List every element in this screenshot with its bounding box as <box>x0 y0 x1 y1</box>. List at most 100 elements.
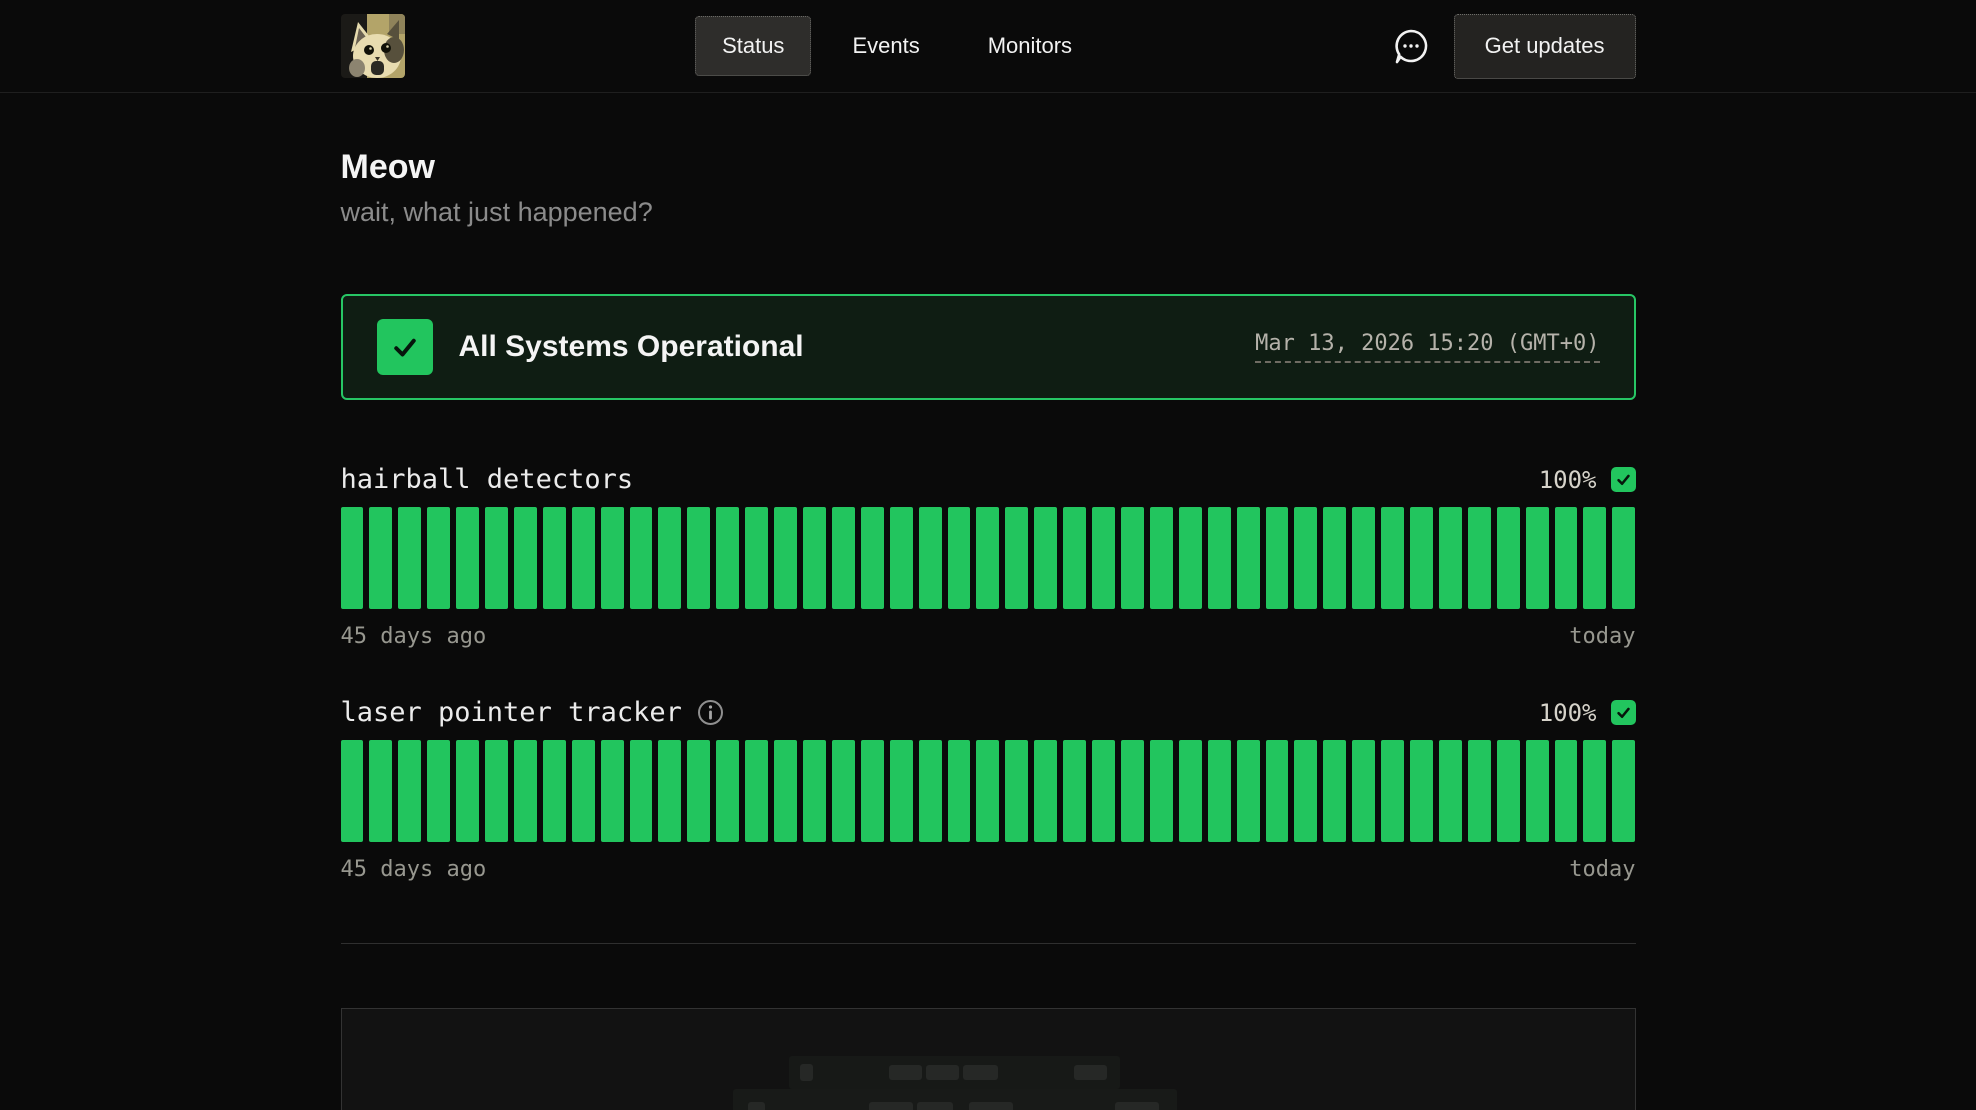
uptime-bar[interactable] <box>369 507 392 609</box>
uptime-bar[interactable] <box>803 507 826 609</box>
uptime-bar[interactable] <box>774 507 797 609</box>
uptime-bar[interactable] <box>919 507 942 609</box>
uptime-bar[interactable] <box>398 507 421 609</box>
uptime-bar[interactable] <box>1583 740 1606 842</box>
get-updates-button[interactable]: Get updates <box>1454 14 1636 79</box>
monitor-hairball-detectors: hairball detectors 100% 45 days ago toda… <box>341 464 1636 649</box>
uptime-bar[interactable] <box>1526 740 1549 842</box>
uptime-bar[interactable] <box>1150 507 1173 609</box>
uptime-bar[interactable] <box>1583 507 1606 609</box>
uptime-bar[interactable] <box>1410 507 1433 609</box>
uptime-bar[interactable] <box>456 507 479 609</box>
uptime-bar[interactable] <box>803 740 826 842</box>
uptime-bar[interactable] <box>1526 507 1549 609</box>
info-icon[interactable] <box>697 699 724 726</box>
uptime-bar[interactable] <box>1208 507 1231 609</box>
uptime-bar[interactable] <box>716 507 739 609</box>
uptime-bar[interactable] <box>1179 740 1202 842</box>
uptime-bar[interactable] <box>1468 507 1491 609</box>
uptime-bar[interactable] <box>514 740 537 842</box>
uptime-bar[interactable] <box>1555 740 1578 842</box>
uptime-bar[interactable] <box>658 740 681 842</box>
uptime-bar[interactable] <box>658 507 681 609</box>
uptime-bar[interactable] <box>1381 507 1404 609</box>
uptime-bar[interactable] <box>774 740 797 842</box>
uptime-bar[interactable] <box>1381 740 1404 842</box>
uptime-bar[interactable] <box>572 740 595 842</box>
uptime-bar[interactable] <box>398 740 421 842</box>
uptime-bar[interactable] <box>1092 507 1115 609</box>
uptime-bar[interactable] <box>572 507 595 609</box>
uptime-bar[interactable] <box>1237 740 1260 842</box>
uptime-bar[interactable] <box>1352 740 1375 842</box>
uptime-bar[interactable] <box>890 507 913 609</box>
uptime-bar[interactable] <box>1150 740 1173 842</box>
uptime-bar[interactable] <box>1612 507 1635 609</box>
uptime-bar[interactable] <box>1034 507 1057 609</box>
uptime-bar[interactable] <box>976 740 999 842</box>
uptime-bar[interactable] <box>1034 740 1057 842</box>
uptime-bar[interactable] <box>630 507 653 609</box>
tab-events[interactable]: Events <box>825 16 946 76</box>
uptime-bar[interactable] <box>1555 507 1578 609</box>
uptime-bar[interactable] <box>1121 507 1144 609</box>
uptime-bar[interactable] <box>543 507 566 609</box>
uptime-bar[interactable] <box>514 507 537 609</box>
uptime-bar[interactable] <box>716 740 739 842</box>
uptime-bar[interactable] <box>1121 740 1144 842</box>
uptime-bar[interactable] <box>485 740 508 842</box>
uptime-bar[interactable] <box>1497 507 1520 609</box>
uptime-bar[interactable] <box>1497 740 1520 842</box>
uptime-bar[interactable] <box>369 740 392 842</box>
uptime-bar[interactable] <box>1352 507 1375 609</box>
uptime-bar[interactable] <box>1294 740 1317 842</box>
uptime-bar[interactable] <box>832 507 855 609</box>
uptime-bar[interactable] <box>948 507 971 609</box>
uptime-bar[interactable] <box>630 740 653 842</box>
uptime-bar[interactable] <box>745 740 768 842</box>
uptime-bar[interactable] <box>1237 507 1260 609</box>
banner-timestamp[interactable]: Mar 13, 2026 15:20 (GMT+0) <box>1255 331 1599 363</box>
uptime-bar[interactable] <box>745 507 768 609</box>
uptime-bar[interactable] <box>687 507 710 609</box>
uptime-bar[interactable] <box>456 740 479 842</box>
uptime-bar[interactable] <box>976 507 999 609</box>
site-logo-cat[interactable] <box>341 14 405 78</box>
uptime-bar[interactable] <box>427 740 450 842</box>
uptime-bar[interactable] <box>1439 740 1462 842</box>
uptime-bar[interactable] <box>1063 507 1086 609</box>
uptime-bar[interactable] <box>861 507 884 609</box>
uptime-bar[interactable] <box>1612 740 1635 842</box>
uptime-bar[interactable] <box>687 740 710 842</box>
uptime-bar[interactable] <box>427 507 450 609</box>
uptime-bar[interactable] <box>1005 740 1028 842</box>
uptime-bar[interactable] <box>1208 740 1231 842</box>
uptime-bar[interactable] <box>890 740 913 842</box>
tab-status[interactable]: Status <box>695 16 811 76</box>
uptime-bar[interactable] <box>1179 507 1202 609</box>
uptime-bar[interactable] <box>1468 740 1491 842</box>
uptime-bar[interactable] <box>1266 740 1289 842</box>
page-subtitle: wait, what just happened? <box>341 197 1636 228</box>
uptime-bar[interactable] <box>948 740 971 842</box>
uptime-bar[interactable] <box>543 740 566 842</box>
uptime-bar[interactable] <box>861 740 884 842</box>
uptime-bar[interactable] <box>341 507 364 609</box>
uptime-bar[interactable] <box>1439 507 1462 609</box>
uptime-bar[interactable] <box>1410 740 1433 842</box>
uptime-bar[interactable] <box>1092 740 1115 842</box>
uptime-bar[interactable] <box>1063 740 1086 842</box>
uptime-bar[interactable] <box>1323 740 1346 842</box>
chat-bubble-icon[interactable] <box>1390 25 1432 67</box>
uptime-bar[interactable] <box>1323 507 1346 609</box>
uptime-bar[interactable] <box>485 507 508 609</box>
tab-monitors[interactable]: Monitors <box>961 16 1099 76</box>
uptime-bar[interactable] <box>601 740 624 842</box>
uptime-bar[interactable] <box>1005 507 1028 609</box>
uptime-bar[interactable] <box>832 740 855 842</box>
uptime-bar[interactable] <box>341 740 364 842</box>
uptime-bar[interactable] <box>601 507 624 609</box>
uptime-bar[interactable] <box>1266 507 1289 609</box>
uptime-bar[interactable] <box>1294 507 1317 609</box>
uptime-bar[interactable] <box>919 740 942 842</box>
